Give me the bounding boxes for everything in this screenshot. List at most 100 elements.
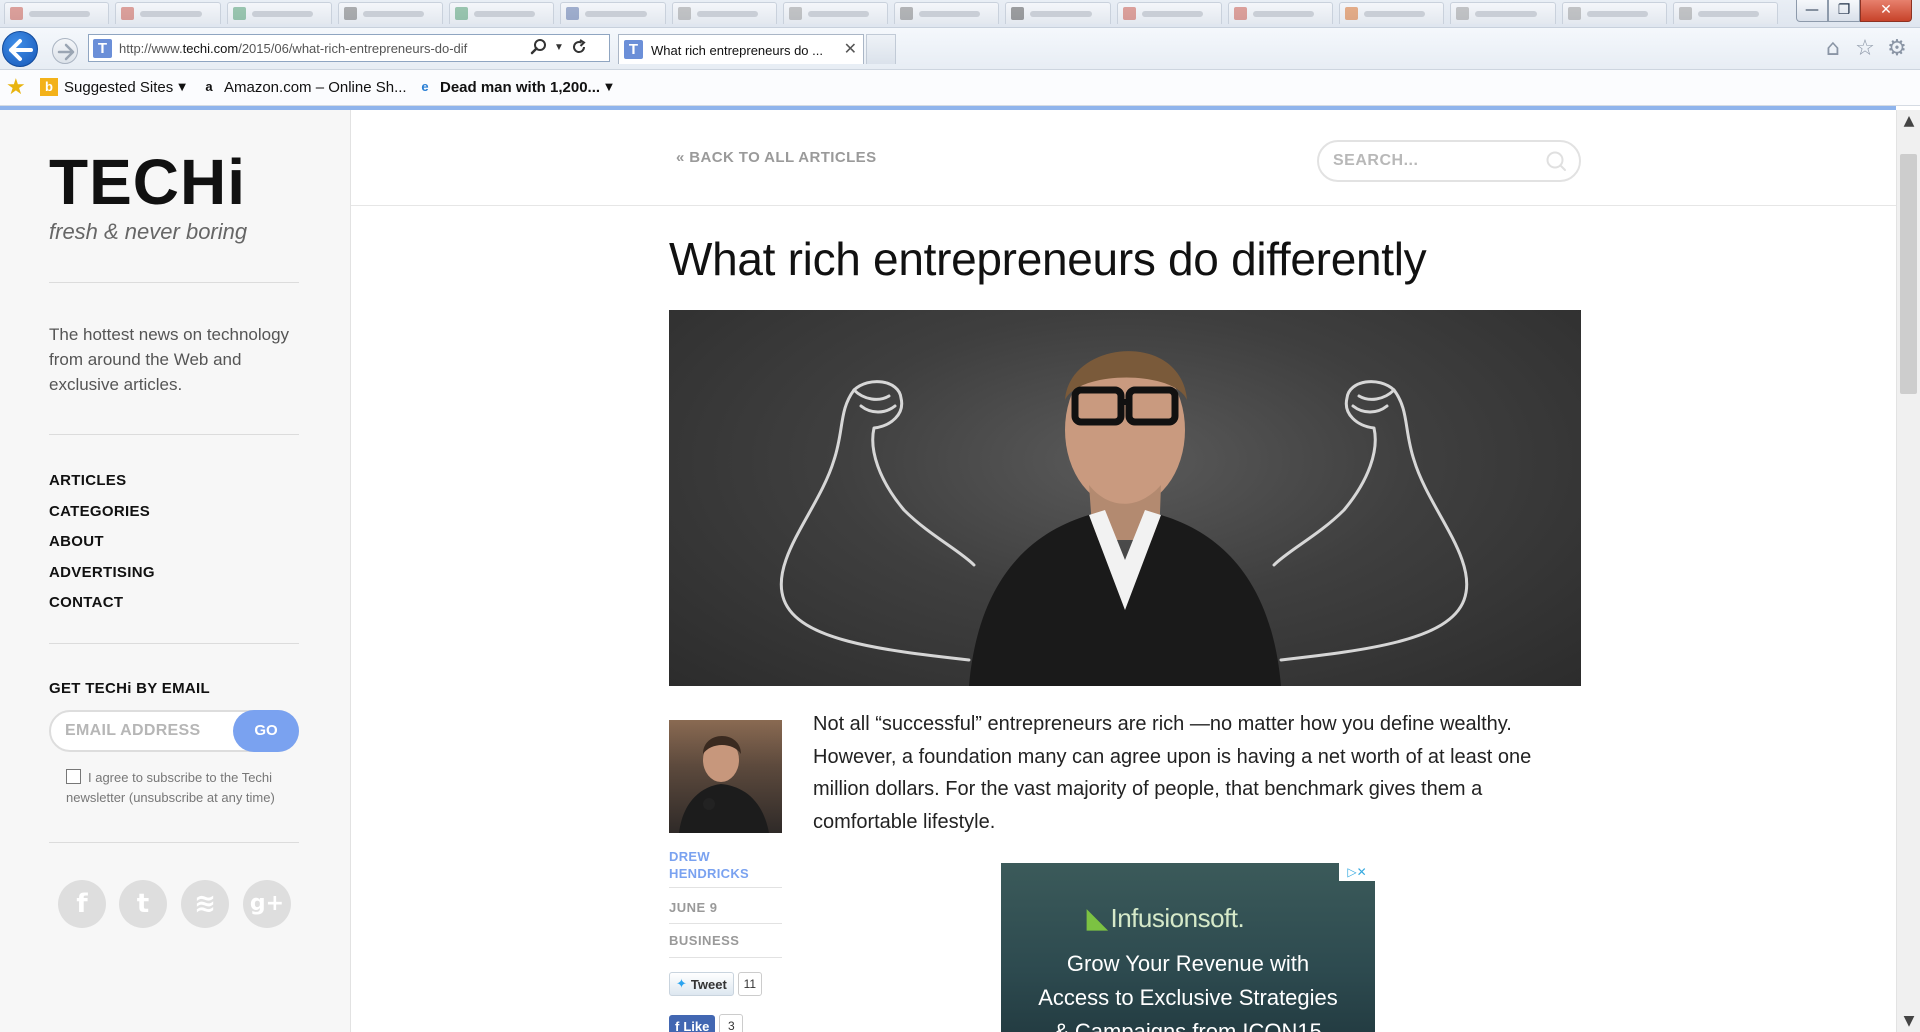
scroll-down-arrow-icon[interactable]: ▼ <box>1897 1010 1920 1032</box>
tab-title-placeholder <box>251 11 313 17</box>
back-button[interactable] <box>2 31 38 67</box>
sidebar-nav: ARTICLES CATEGORIES ABOUT ADVERTISING CO… <box>49 472 155 625</box>
add-to-favorites-icon[interactable]: ★ <box>6 76 26 100</box>
tweet-button[interactable]: ✦ Tweet 11 <box>669 972 762 996</box>
dropdown-arrow-icon[interactable]: ▼ <box>549 38 569 58</box>
search-input[interactable] <box>1333 152 1533 170</box>
tab-close-icon[interactable]: ✕ <box>844 39 857 59</box>
favorite-amazon[interactable]: a Amazon.com – Online Sh... <box>200 78 406 96</box>
favorites-star-icon[interactable]: ☆ <box>1852 36 1878 62</box>
site-logo[interactable]: TECHi <box>49 150 246 214</box>
nav-articles[interactable]: ARTICLES <box>49 472 155 503</box>
background-tab[interactable] <box>1339 2 1445 24</box>
new-tab-button[interactable] <box>866 34 896 64</box>
home-icon[interactable]: ⌂ <box>1820 36 1846 62</box>
tab-title-placeholder <box>1030 11 1092 17</box>
background-tab[interactable] <box>1561 2 1667 24</box>
site-description: The hottest news on technology from arou… <box>49 325 290 394</box>
tab-title-placeholder <box>474 11 536 17</box>
divider <box>669 957 782 958</box>
favorite-suggested-sites[interactable]: b Suggested Sites ▼ <box>40 78 186 96</box>
background-tab[interactable] <box>1005 2 1111 24</box>
article-title: What rich entrepreneurs do differently <box>669 233 1427 285</box>
sidebar: TECHi fresh & never boring The hottest n… <box>0 110 351 1032</box>
advertisement[interactable]: ◣ Infusionsoft. Grow Your Revenue with Ac… <box>1001 863 1375 1032</box>
infusionsoft-icon: ◣ <box>1087 903 1107 933</box>
background-tab[interactable] <box>782 2 888 24</box>
search-icon[interactable] <box>529 38 549 58</box>
favorite-dead-man[interactable]: e Dead man with 1,200... ▼ <box>416 78 612 96</box>
close-window-button[interactable]: ✕ <box>1860 0 1912 22</box>
nav-contact[interactable]: CONTACT <box>49 594 155 625</box>
background-tab[interactable] <box>894 2 1000 24</box>
tab-favicon <box>900 7 913 20</box>
web-page: TECHi fresh & never boring The hottest n… <box>0 110 1896 1032</box>
scroll-up-arrow-icon[interactable]: ▲ <box>1897 110 1920 132</box>
hero-image <box>669 310 1581 686</box>
background-tab[interactable] <box>226 2 332 24</box>
site-tagline: fresh & never boring <box>49 219 248 244</box>
twitter-icon[interactable]: t <box>119 880 167 928</box>
background-tab[interactable] <box>671 2 777 24</box>
tab-title-placeholder <box>1475 11 1537 17</box>
tab-favicon <box>1567 7 1581 20</box>
divider <box>49 842 299 843</box>
restore-button[interactable]: ❐ <box>1828 0 1860 22</box>
background-tab[interactable] <box>115 2 221 24</box>
background-tab[interactable] <box>337 2 443 24</box>
search-form <box>1317 140 1581 182</box>
address-url[interactable]: http://www.techi.com/2015/06/what-rich-e… <box>119 41 529 56</box>
chevron-down-icon: ▼ <box>178 81 186 93</box>
back-to-articles-link[interactable]: « BACK TO ALL ARTICLES <box>676 149 876 166</box>
author-avatar[interactable] <box>669 720 782 833</box>
bing-icon: b <box>40 78 58 96</box>
tab-favicon <box>232 7 246 20</box>
tab-favicon <box>10 7 23 20</box>
tweet-count: 11 <box>737 972 762 996</box>
tab-title-placeholder <box>807 11 869 17</box>
author-name[interactable]: DREW HENDRICKS <box>669 848 782 882</box>
facebook-like-button[interactable]: f Like 3 <box>669 1014 744 1032</box>
refresh-icon[interactable] <box>569 38 589 58</box>
forward-button[interactable] <box>52 38 78 64</box>
background-tab[interactable] <box>560 2 666 24</box>
scrollbar-thumb[interactable] <box>1900 154 1917 394</box>
adchoices-icon[interactable]: ▷✕ <box>1339 863 1375 881</box>
tab-favicon <box>1678 7 1692 20</box>
background-tab[interactable] <box>1450 2 1556 24</box>
search-icon[interactable] <box>1545 150 1567 172</box>
google-plus-icon[interactable]: g+ <box>243 880 291 928</box>
tab-favicon <box>788 7 802 20</box>
tab-title-placeholder <box>585 11 647 17</box>
email-signup-form: GO <box>49 710 299 752</box>
tab-title-placeholder <box>696 11 758 17</box>
tab-favicon <box>455 7 468 20</box>
nav-about[interactable]: ABOUT <box>49 533 155 564</box>
agree-checkbox[interactable] <box>66 769 81 784</box>
agree-label: I agree to subscribe to the Techi newsle… <box>66 770 275 805</box>
rss-icon[interactable]: ≋ <box>181 880 229 928</box>
minimize-button[interactable]: — <box>1796 0 1828 22</box>
nav-categories[interactable]: CATEGORIES <box>49 503 155 534</box>
background-tab[interactable] <box>4 2 110 24</box>
facebook-icon[interactable]: f <box>58 880 106 928</box>
address-bar[interactable]: T http://www.techi.com/2015/06/what-rich… <box>88 34 610 62</box>
go-button[interactable]: GO <box>233 710 299 752</box>
divider <box>49 282 299 283</box>
nav-advertising[interactable]: ADVERTISING <box>49 564 155 595</box>
vertical-scrollbar[interactable]: ▲ ▼ <box>1896 110 1920 1032</box>
like-count: 3 <box>719 1014 744 1032</box>
background-tab[interactable] <box>1672 2 1778 24</box>
email-field[interactable] <box>65 722 225 740</box>
ad-subheadline: Access to Exclusive Strategies <box>1038 985 1338 1010</box>
ad-headline: Grow Your Revenue with <box>1066 951 1310 976</box>
browser-tab-strip: — ❐ ✕ <box>0 0 1920 28</box>
article-category[interactable]: BUSINESS <box>669 933 739 948</box>
divider <box>49 434 299 435</box>
background-tab[interactable] <box>1227 2 1333 24</box>
tab-title-placeholder <box>919 11 981 17</box>
background-tab[interactable] <box>1116 2 1222 24</box>
settings-gear-icon[interactable]: ⚙ <box>1884 36 1910 62</box>
active-tab[interactable]: T What rich entrepreneurs do ... ✕ <box>618 34 864 64</box>
background-tab[interactable] <box>449 2 555 24</box>
